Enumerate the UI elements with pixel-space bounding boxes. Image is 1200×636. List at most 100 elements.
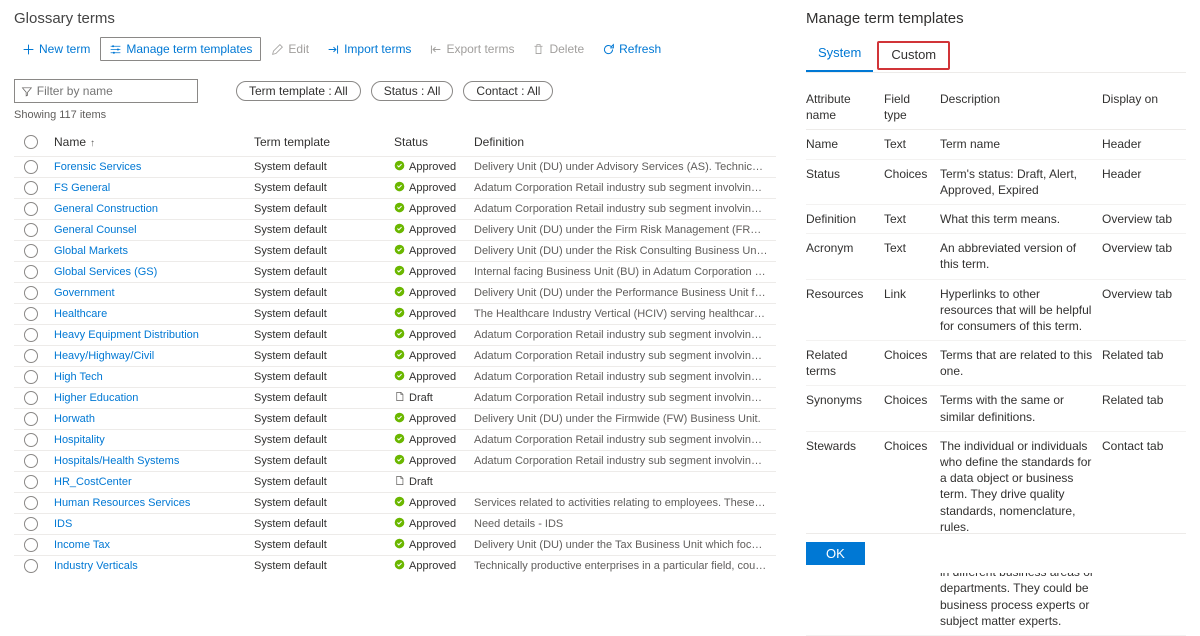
- attr-desc: Terms that are related to this one.: [940, 347, 1102, 379]
- term-link[interactable]: Healthcare: [54, 308, 107, 320]
- table-row[interactable]: HospitalitySystem defaultApprovedAdatum …: [14, 430, 776, 451]
- term-link[interactable]: Government: [54, 287, 115, 299]
- col-definition[interactable]: Definition: [474, 135, 776, 149]
- term-link[interactable]: General Counsel: [54, 224, 137, 236]
- attr-display: Overview tab: [1102, 211, 1182, 227]
- attr-type: Choices: [884, 438, 940, 454]
- refresh-button[interactable]: Refresh: [594, 38, 669, 60]
- term-link[interactable]: HR_CostCenter: [54, 476, 132, 488]
- table-row[interactable]: Heavy/Highway/CivilSystem defaultApprove…: [14, 346, 776, 367]
- term-link[interactable]: Horwath: [54, 413, 95, 425]
- row-checkbox[interactable]: [24, 454, 38, 468]
- row-checkbox[interactable]: [24, 433, 38, 447]
- term-name: High Tech: [54, 371, 254, 383]
- col-status[interactable]: Status: [394, 135, 474, 149]
- row-checkbox[interactable]: [24, 223, 38, 237]
- row-checkbox[interactable]: [24, 559, 38, 573]
- table-row[interactable]: GovernmentSystem defaultApprovedDelivery…: [14, 283, 776, 304]
- term-template: System default: [254, 560, 394, 572]
- row-checkbox[interactable]: [24, 349, 38, 363]
- term-link[interactable]: Global Markets: [54, 245, 128, 257]
- filter-contact[interactable]: Contact : All: [463, 81, 553, 101]
- table-row[interactable]: HorwathSystem defaultApprovedDelivery Un…: [14, 409, 776, 430]
- status-icon: [394, 202, 405, 216]
- row-checkbox[interactable]: [24, 328, 38, 342]
- delete-label: Delete: [549, 42, 584, 56]
- row-checkbox[interactable]: [24, 181, 38, 195]
- table-row[interactable]: Global MarketsSystem defaultApprovedDeli…: [14, 241, 776, 262]
- term-status: Approved: [394, 349, 474, 363]
- col-name[interactable]: Name↑: [54, 135, 254, 149]
- table-row[interactable]: Higher EducationSystem defaultDraftAdatu…: [14, 388, 776, 409]
- term-definition: Delivery Unit (DU) under Advisory Servic…: [474, 161, 776, 173]
- items-count: Showing 117 items: [14, 109, 776, 121]
- term-template: System default: [254, 266, 394, 278]
- table-row[interactable]: Forensic ServicesSystem defaultApprovedD…: [14, 157, 776, 178]
- term-definition: Adatum Corporation Retail industry sub s…: [474, 203, 776, 215]
- ok-button[interactable]: OK: [806, 542, 865, 565]
- table-row[interactable]: Income TaxSystem defaultApprovedDelivery…: [14, 535, 776, 556]
- import-terms-button[interactable]: Import terms: [319, 38, 419, 60]
- row-checkbox[interactable]: [24, 517, 38, 531]
- table-row[interactable]: General CounselSystem defaultApprovedDel…: [14, 220, 776, 241]
- row-checkbox[interactable]: [24, 475, 38, 489]
- row-checkbox[interactable]: [24, 412, 38, 426]
- term-link[interactable]: Income Tax: [54, 539, 110, 551]
- term-status: Approved: [394, 517, 474, 531]
- row-checkbox[interactable]: [24, 538, 38, 552]
- term-link[interactable]: Forensic Services: [54, 161, 141, 173]
- status-icon: [394, 349, 405, 363]
- attr-display: Contact tab: [1102, 438, 1182, 454]
- term-link[interactable]: Hospitality: [54, 434, 105, 446]
- row-checkbox[interactable]: [24, 160, 38, 174]
- term-link[interactable]: High Tech: [54, 371, 103, 383]
- table-row[interactable]: HealthcareSystem defaultApprovedThe Heal…: [14, 304, 776, 325]
- term-link[interactable]: Heavy/Highway/Civil: [54, 350, 154, 362]
- term-status: Approved: [394, 286, 474, 300]
- term-definition: Delivery Unit (DU) under the Firm Risk M…: [474, 224, 776, 236]
- table-row[interactable]: General ConstructionSystem defaultApprov…: [14, 199, 776, 220]
- table-row[interactable]: Industry VerticalsSystem defaultApproved…: [14, 556, 776, 573]
- term-link[interactable]: IDS: [54, 518, 72, 530]
- table-row[interactable]: Human Resources ServicesSystem defaultAp…: [14, 493, 776, 514]
- term-link[interactable]: Industry Verticals: [54, 560, 138, 572]
- col-template[interactable]: Term template: [254, 135, 394, 149]
- filter-name-input[interactable]: [37, 84, 191, 98]
- filter-input-wrap[interactable]: [14, 79, 198, 103]
- row-checkbox[interactable]: [24, 265, 38, 279]
- manage-term-templates-button[interactable]: Manage term templates: [100, 37, 261, 61]
- new-term-button[interactable]: New term: [14, 38, 98, 60]
- row-checkbox[interactable]: [24, 244, 38, 258]
- row-checkbox[interactable]: [24, 286, 38, 300]
- row-checkbox[interactable]: [24, 391, 38, 405]
- status-icon: [394, 517, 405, 531]
- term-definition: Adatum Corporation Retail industry sub s…: [474, 329, 776, 341]
- attr-desc: Hyperlinks to other resources that will …: [940, 286, 1102, 335]
- term-link[interactable]: Global Services (GS): [54, 266, 157, 278]
- table-row[interactable]: FS GeneralSystem defaultApprovedAdatum C…: [14, 178, 776, 199]
- filter-status[interactable]: Status : All: [371, 81, 454, 101]
- term-link[interactable]: Human Resources Services: [54, 497, 190, 509]
- row-checkbox[interactable]: [24, 307, 38, 321]
- term-link[interactable]: FS General: [54, 182, 110, 194]
- row-checkbox[interactable]: [24, 496, 38, 510]
- tab-system[interactable]: System: [806, 41, 873, 72]
- term-link[interactable]: Heavy Equipment Distribution: [54, 329, 199, 341]
- table-row[interactable]: Hospitals/Health SystemsSystem defaultAp…: [14, 451, 776, 472]
- select-all-checkbox[interactable]: [24, 135, 38, 149]
- term-link[interactable]: Hospitals/Health Systems: [54, 455, 179, 467]
- filter-term-template[interactable]: Term template : All: [236, 81, 361, 101]
- table-row[interactable]: IDSSystem defaultApprovedNeed details - …: [14, 514, 776, 535]
- table-row[interactable]: Global Services (GS)System defaultApprov…: [14, 262, 776, 283]
- term-status: Draft: [394, 475, 474, 489]
- term-link[interactable]: General Construction: [54, 203, 158, 215]
- table-row[interactable]: Heavy Equipment DistributionSystem defau…: [14, 325, 776, 346]
- plus-icon: [22, 43, 35, 56]
- table-row[interactable]: High TechSystem defaultApprovedAdatum Co…: [14, 367, 776, 388]
- table-row[interactable]: HR_CostCenterSystem defaultDraft: [14, 472, 776, 493]
- term-link[interactable]: Higher Education: [54, 392, 138, 404]
- row-checkbox[interactable]: [24, 202, 38, 216]
- tab-custom[interactable]: Custom: [877, 41, 950, 70]
- term-template: System default: [254, 308, 394, 320]
- row-checkbox[interactable]: [24, 370, 38, 384]
